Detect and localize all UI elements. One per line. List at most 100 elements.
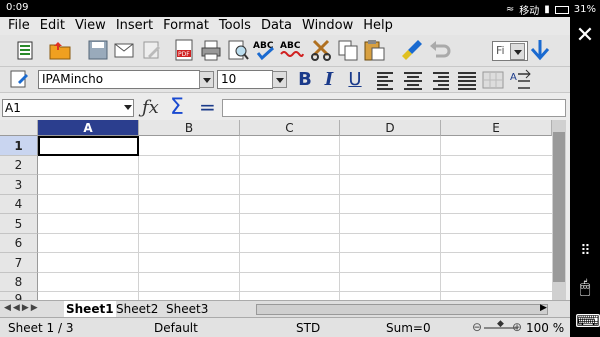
formatting-toolbar: IPAMincho 10 B I U A: [0, 67, 570, 93]
formula-input[interactable]: [222, 99, 566, 117]
align-center-icon[interactable]: [401, 68, 425, 92]
italic-button[interactable]: I: [318, 69, 340, 91]
keyboard-icon[interactable]: ⌨: [575, 311, 600, 332]
merge-cells-icon[interactable]: [481, 68, 505, 92]
menu-edit[interactable]: Edit: [36, 17, 71, 35]
number-format-icon[interactable]: A: [508, 68, 532, 92]
copy-icon[interactable]: [336, 38, 360, 62]
keypad-icon[interactable]: ⠿: [575, 243, 595, 259]
vertical-scrollbar[interactable]: [552, 120, 566, 303]
battery-icon: [554, 5, 569, 14]
scrollbar-thumb[interactable]: [553, 132, 565, 282]
menu-data[interactable]: Data: [257, 17, 298, 35]
font-size-dropdown[interactable]: [272, 71, 287, 88]
signal-icon: ▮: [544, 4, 550, 15]
formula-bar: A1 ƒx Σ =: [0, 95, 570, 120]
undo-icon[interactable]: [428, 38, 452, 62]
cut-icon[interactable]: [309, 38, 333, 62]
column-header[interactable]: D: [340, 120, 441, 136]
row-gridline: [38, 252, 566, 253]
selected-cell[interactable]: [38, 136, 139, 156]
open-folder-icon[interactable]: [48, 38, 72, 62]
sum-icon[interactable]: Σ: [170, 95, 184, 120]
sheet-tab[interactable]: Sheet2: [114, 301, 160, 317]
spellcheck-icon[interactable]: ABC: [253, 38, 277, 62]
paste-icon[interactable]: [362, 38, 386, 62]
menu-view[interactable]: View: [71, 17, 112, 35]
print-icon[interactable]: [199, 38, 223, 62]
column-header[interactable]: B: [139, 120, 240, 136]
column-gridline: [440, 136, 441, 303]
zoom-in-icon[interactable]: ⊕: [512, 320, 522, 334]
styles-icon[interactable]: [8, 68, 32, 92]
menu-insert[interactable]: Insert: [112, 17, 159, 35]
svg-text:ABC: ABC: [280, 41, 301, 51]
font-name-dropdown[interactable]: [199, 71, 214, 88]
column-gridline: [239, 136, 240, 303]
name-box-dropdown[interactable]: [121, 99, 136, 116]
select-all-corner[interactable]: [0, 120, 38, 136]
clock: 0:09: [6, 2, 29, 13]
calc-window: File Edit View Insert Format Tools Data …: [0, 17, 570, 337]
row-header[interactable]: 6: [0, 234, 38, 253]
autospellcheck-icon[interactable]: ABC: [280, 38, 304, 62]
menu-help[interactable]: Help: [359, 17, 399, 35]
export-pdf-icon[interactable]: PDF: [172, 38, 196, 62]
bold-button[interactable]: B: [294, 69, 316, 91]
clone-formatting-icon[interactable]: [400, 38, 424, 62]
column-gridline: [339, 136, 340, 303]
row-header[interactable]: 2: [0, 156, 38, 175]
sheet-navigation-arrows[interactable]: ◀◀▶▶: [4, 303, 40, 313]
scroll-right-icon[interactable]: ▶: [540, 303, 547, 313]
page-style: Default: [154, 321, 198, 335]
save-icon[interactable]: [86, 38, 110, 62]
column-header[interactable]: A: [38, 120, 139, 136]
sheet-tab-bar: ◀◀▶▶ Sheet1 Sheet2 Sheet3 ▶: [0, 300, 570, 317]
row-header[interactable]: 3: [0, 175, 38, 195]
font-size-input[interactable]: 10: [217, 70, 273, 89]
horizontal-scrollbar[interactable]: [256, 304, 548, 315]
row-header[interactable]: 5: [0, 214, 38, 234]
find-dropdown-button[interactable]: [510, 43, 525, 60]
menu-file[interactable]: File: [4, 17, 36, 35]
align-right-icon[interactable]: [428, 68, 452, 92]
formula-equals-icon[interactable]: =: [199, 95, 216, 119]
print-preview-icon[interactable]: [226, 38, 250, 62]
column-header[interactable]: C: [240, 120, 340, 136]
justify-icon[interactable]: [455, 68, 479, 92]
spreadsheet-grid[interactable]: A B C D E 1 2 3 4 5 6 7 8 9: [0, 120, 566, 303]
menu-format[interactable]: Format: [159, 17, 215, 35]
find-next-arrow-icon[interactable]: [528, 38, 552, 62]
close-icon[interactable]: ✕: [575, 23, 595, 48]
sheet-indicator: Sheet 1 / 3: [8, 321, 74, 335]
align-left-icon[interactable]: [374, 68, 398, 92]
row-gridline: [38, 213, 566, 214]
column-header[interactable]: E: [441, 120, 552, 136]
row-header[interactable]: 8: [0, 273, 38, 292]
row-gridline: [38, 194, 566, 195]
sheet-tab-active[interactable]: Sheet1: [64, 301, 116, 317]
edit-document-icon[interactable]: [140, 38, 164, 62]
zoom-level[interactable]: 100 %: [526, 321, 564, 335]
status-bar: Sheet 1 / 3 Default STD Sum=0 ⊖ ◆ ⊕ 100 …: [0, 317, 570, 337]
row-header[interactable]: 7: [0, 253, 38, 273]
sheet-tab[interactable]: Sheet3: [164, 301, 210, 317]
zoom-out-icon[interactable]: ⊖: [472, 320, 482, 334]
menu-window[interactable]: Window: [298, 17, 359, 35]
side-navigation: ✕ ⠿ 🖱 ⌨: [570, 17, 600, 337]
menu-bar: File Edit View Insert Format Tools Data …: [0, 17, 570, 35]
carrier-label: 移动: [519, 6, 540, 17]
row-gridline: [38, 233, 566, 234]
row-header[interactable]: 1: [0, 136, 38, 156]
zoom-slider-thumb[interactable]: ◆: [497, 319, 504, 329]
font-name-input[interactable]: IPAMincho: [38, 70, 200, 89]
row-header[interactable]: 4: [0, 195, 38, 214]
new-document-icon[interactable]: [14, 38, 38, 62]
function-wizard-icon[interactable]: ƒx: [142, 97, 159, 118]
underline-button[interactable]: U: [344, 69, 366, 91]
name-box[interactable]: A1: [2, 99, 134, 117]
menu-tools[interactable]: Tools: [215, 17, 257, 35]
selection-mode[interactable]: STD: [296, 321, 320, 335]
email-icon[interactable]: [112, 38, 136, 62]
mouse-icon[interactable]: 🖱: [575, 277, 595, 298]
